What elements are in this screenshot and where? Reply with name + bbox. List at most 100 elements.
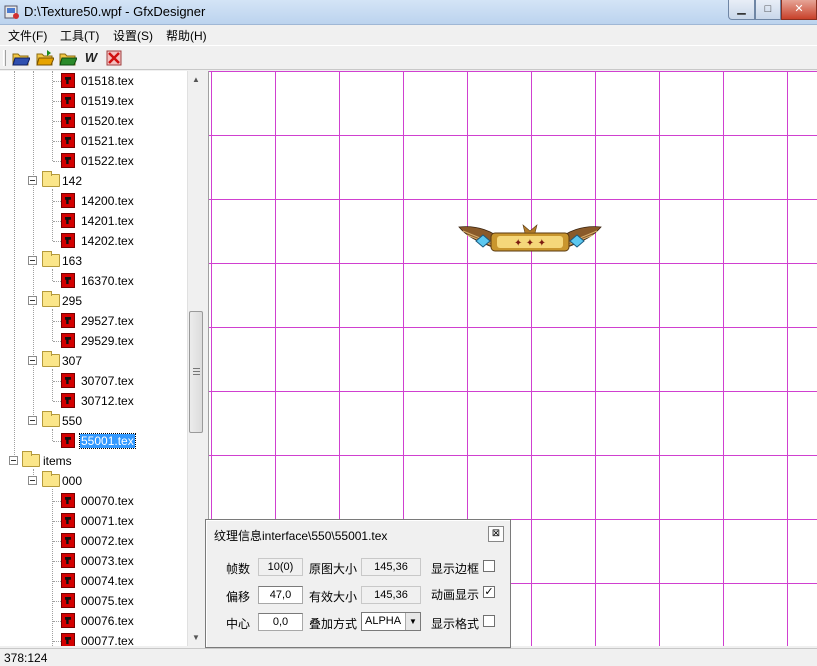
texture-file-icon [61, 573, 75, 588]
list-item[interactable]: 14202.tex [0, 231, 187, 251]
collapse-toggle[interactable] [28, 176, 37, 185]
texture-file-icon [61, 113, 75, 128]
list-item-selected[interactable]: 55001.tex [0, 431, 187, 451]
list-item[interactable]: 29529.tex [0, 331, 187, 351]
show-grid-checkbox[interactable] [483, 615, 495, 627]
w-icon[interactable]: W [82, 49, 100, 67]
tree-item-label: 295 [62, 294, 83, 308]
texture-file-icon [61, 93, 75, 108]
close-button[interactable]: ✕ [781, 0, 817, 20]
tree-item-label: 307 [62, 354, 83, 368]
list-item[interactable]: 00070.tex [0, 491, 187, 511]
tree-folder-307[interactable]: 307 [0, 351, 187, 371]
scroll-down-icon[interactable]: ▼ [188, 629, 204, 646]
tree-folder-295[interactable]: 295 [0, 291, 187, 311]
animate-checkbox[interactable]: ✓ [483, 586, 495, 598]
menu-tools[interactable]: 工具(T) [60, 27, 99, 44]
folder-icon [42, 471, 60, 487]
tree-item-label: 55001.tex [79, 433, 136, 449]
app-window: D:\Texture50.wpf - GfxDesigner ▁ □ ✕ 文件(… [0, 0, 817, 666]
list-item[interactable]: 00074.tex [0, 571, 187, 591]
dialog-title: 纹理信息interface\550\55001.tex [214, 529, 388, 543]
scroll-up-icon[interactable]: ▲ [188, 71, 204, 88]
collapse-toggle[interactable] [28, 296, 37, 305]
texture-file-icon [61, 433, 75, 448]
list-item[interactable]: 00076.tex [0, 611, 187, 631]
tree-item-label: 01518.tex [81, 74, 134, 88]
folder-icon [42, 171, 60, 187]
tree-item-label: 29529.tex [81, 334, 134, 348]
list-item[interactable]: 30712.tex [0, 391, 187, 411]
chevron-down-icon[interactable]: ▼ [405, 613, 420, 630]
list-item[interactable]: 14201.tex [0, 211, 187, 231]
texture-file-icon [61, 213, 75, 228]
texture-file-icon [61, 193, 75, 208]
tree-folder-000[interactable]: 000 [0, 471, 187, 491]
dialog-close-button[interactable]: ⊠ [488, 526, 504, 542]
menu-file[interactable]: 文件(F) [8, 27, 47, 44]
maximize-button[interactable]: □ [755, 0, 781, 20]
tree-item-label: items [43, 454, 72, 468]
collapse-toggle[interactable] [28, 356, 37, 365]
list-item[interactable]: 30707.tex [0, 371, 187, 391]
collapse-toggle[interactable] [9, 456, 18, 465]
tree-folder-142[interactable]: 142 [0, 171, 187, 191]
folder-icon [42, 411, 60, 427]
tree-item-label: 30712.tex [81, 394, 134, 408]
list-item[interactable]: 01519.tex [0, 91, 187, 111]
texture-file-icon [61, 493, 75, 508]
tree-folder-163[interactable]: 163 [0, 251, 187, 271]
svg-text:✦ ✦ ✦: ✦ ✦ ✦ [514, 238, 546, 249]
list-item[interactable]: 00073.tex [0, 551, 187, 571]
texture-file-icon [61, 273, 75, 288]
list-item[interactable]: 29527.tex [0, 311, 187, 331]
app-icon [4, 5, 19, 19]
list-item[interactable]: 00075.tex [0, 591, 187, 611]
tree-folder-550[interactable]: 550 [0, 411, 187, 431]
save-folder-icon[interactable] [59, 49, 77, 67]
file-tree[interactable]: 01518.tex 01519.tex 01520.tex 01521.tex … [0, 71, 204, 646]
tree-item-label: 01519.tex [81, 94, 134, 108]
list-item[interactable]: 01521.tex [0, 131, 187, 151]
list-item[interactable]: 14200.tex [0, 191, 187, 211]
frame-count-field: 10(0) [258, 558, 303, 576]
folder-icon [42, 351, 60, 367]
list-item[interactable]: 01518.tex [0, 71, 187, 91]
tree-scrollbar[interactable]: ▲ ▼ [187, 71, 204, 646]
texture-file-icon [61, 133, 75, 148]
list-item[interactable]: 16370.tex [0, 271, 187, 291]
offset-field[interactable]: 47,0 [258, 586, 303, 604]
toolbar-grip[interactable] [3, 50, 6, 66]
scroll-thumb[interactable] [189, 311, 203, 433]
collapse-toggle[interactable] [28, 256, 37, 265]
tree-item-label: 14200.tex [81, 194, 134, 208]
frame-count-label: 帧数 [226, 562, 251, 576]
menu-help[interactable]: 帮助(H) [166, 27, 207, 44]
delete-icon[interactable] [105, 49, 123, 67]
tree-folder-items[interactable]: items [0, 451, 187, 471]
offset-label: 偏移 [226, 590, 251, 604]
center-field[interactable]: 0,0 [258, 613, 303, 631]
texture-file-icon [61, 233, 75, 248]
list-item[interactable]: 01522.tex [0, 151, 187, 171]
texture-file-icon [61, 533, 75, 548]
texture-file-icon [61, 153, 75, 168]
collapse-toggle[interactable] [28, 476, 37, 485]
show-border-checkbox[interactable] [483, 560, 495, 572]
blend-mode-select[interactable]: ALPHA ▼ [361, 612, 421, 631]
open-folder-alt-icon[interactable] [36, 49, 54, 67]
toolbar: W [0, 45, 817, 70]
minimize-button[interactable]: ▁ [728, 0, 755, 20]
show-grid-label: 显示格式 [431, 617, 480, 631]
list-item[interactable]: 00077.tex [0, 631, 187, 646]
cursor-coordinates: 378:124 [4, 651, 48, 665]
tree-item-label: 142 [62, 174, 83, 188]
list-item[interactable]: 01520.tex [0, 111, 187, 131]
texture-file-icon [61, 553, 75, 568]
collapse-toggle[interactable] [28, 416, 37, 425]
open-folder-icon[interactable] [12, 49, 30, 67]
menu-settings[interactable]: 设置(S) [113, 27, 153, 44]
list-item[interactable]: 00071.tex [0, 511, 187, 531]
list-item[interactable]: 00072.tex [0, 531, 187, 551]
menu-bar: 文件(F) 工具(T) 设置(S) 帮助(H) [0, 25, 817, 45]
